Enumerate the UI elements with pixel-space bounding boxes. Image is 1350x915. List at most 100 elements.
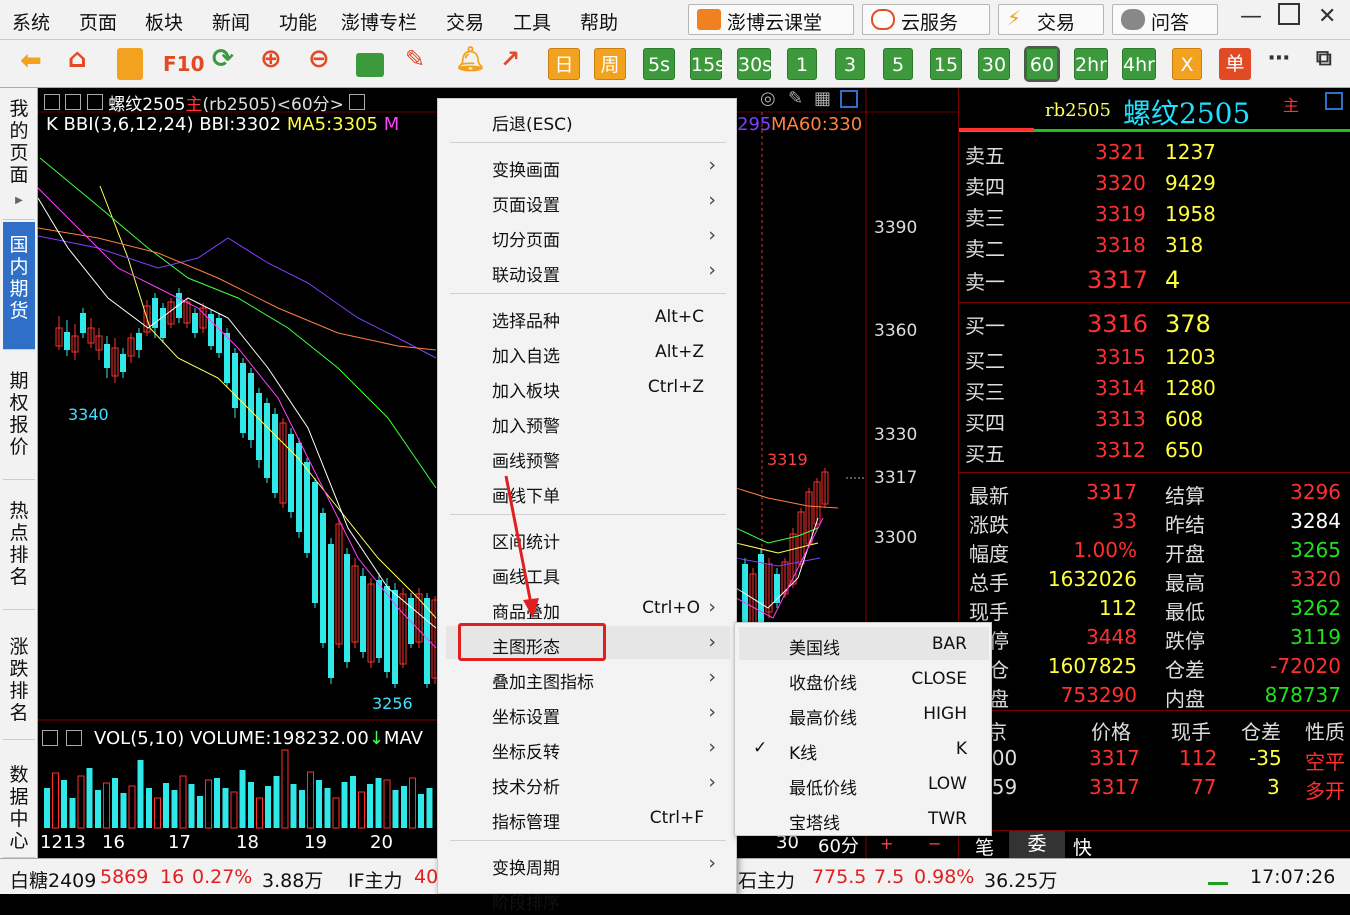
layout-icon[interactable] bbox=[840, 90, 858, 108]
chart-dropdown-icon[interactable] bbox=[86, 94, 103, 110]
period-30s-button[interactable]: 30s bbox=[737, 48, 772, 80]
ask-row[interactable]: 卖一 3317 4 bbox=[965, 266, 1345, 296]
note-icon[interactable] bbox=[117, 48, 143, 80]
period-30-button[interactable]: 30 bbox=[978, 48, 1010, 80]
chart-prev-icon[interactable] bbox=[65, 94, 82, 110]
cloud-class-button[interactable]: 澎博云课堂 bbox=[688, 4, 854, 35]
bell-icon[interactable]: 🔔︎ bbox=[455, 45, 485, 77]
sidebar-tab-my-page[interactable]: 我的页面 ▶ bbox=[3, 94, 35, 220]
maximize-icon[interactable] bbox=[1278, 3, 1300, 25]
menu-item[interactable]: 加入板块 Ctrl+Z bbox=[446, 370, 730, 403]
bid-row[interactable]: 买三 3314 1280 bbox=[965, 376, 1345, 406]
menu-item[interactable]: 变换画面 › bbox=[446, 149, 730, 182]
period-1-button[interactable]: 1 bbox=[787, 48, 817, 80]
menu-item[interactable]: 画线工具 bbox=[446, 556, 730, 589]
submenu-item[interactable]: ✓ K线 K bbox=[739, 732, 989, 765]
trend-icon[interactable]: ↗ bbox=[500, 45, 530, 77]
period-15-button[interactable]: 15 bbox=[930, 48, 962, 80]
menu-item[interactable]: 加入预警 bbox=[446, 405, 730, 438]
week-button[interactable]: 周 bbox=[594, 48, 626, 80]
menu-item[interactable]: 画线下单 bbox=[446, 475, 730, 508]
ask-row[interactable]: 卖二 3318 318 bbox=[965, 233, 1345, 263]
window-icon[interactable] bbox=[356, 53, 384, 77]
menu-sector[interactable]: 板块 bbox=[145, 8, 183, 35]
submenu-item[interactable]: 宝塔线 TWR bbox=[739, 802, 989, 835]
menu-item[interactable]: 后退(ESC) bbox=[446, 103, 730, 136]
submenu-item[interactable]: 美国线 BAR bbox=[739, 627, 989, 660]
menu-item[interactable]: 画线预警 bbox=[446, 440, 730, 473]
period-5s-button[interactable]: 5s bbox=[643, 48, 675, 80]
zoom-out-icon[interactable]: ⊖ bbox=[308, 44, 338, 76]
bid-row[interactable]: 买四 3313 608 bbox=[965, 407, 1345, 437]
menu-item[interactable]: 加入自选 Alt+Z bbox=[446, 335, 730, 368]
sidebar-tab-option-quote[interactable]: 期权报价 bbox=[3, 352, 35, 480]
zoom-in-icon[interactable]: ⊕ bbox=[260, 44, 290, 76]
menu-item[interactable]: 叠加主图指标 › bbox=[446, 661, 730, 694]
ticker-name[interactable]: IF主力 bbox=[348, 866, 403, 893]
grid-icon[interactable]: ▦ bbox=[814, 88, 831, 109]
tab-ticks[interactable]: 笔 bbox=[975, 833, 994, 860]
zoom-plus-icon[interactable]: + bbox=[880, 834, 893, 853]
bid-row[interactable]: 买一 3316 378 bbox=[965, 310, 1345, 340]
tab-fast[interactable]: 快 bbox=[1073, 833, 1092, 860]
ask-row[interactable]: 卖四 3320 9429 bbox=[965, 171, 1345, 201]
menu-item[interactable]: 切分页面 › bbox=[446, 219, 730, 252]
pencil-icon[interactable]: ✎ bbox=[405, 45, 435, 77]
period-5-button[interactable]: 5 bbox=[883, 48, 913, 80]
day-button[interactable]: 日 bbox=[548, 48, 580, 80]
chart-window-icon[interactable] bbox=[44, 94, 60, 110]
x-button[interactable]: X bbox=[1172, 48, 1202, 80]
menu-item[interactable]: 商品叠加 Ctrl+O › bbox=[446, 591, 730, 624]
submenu-item[interactable]: 收盘价线 CLOSE bbox=[739, 662, 989, 695]
menu-item[interactable]: 阶段排序 bbox=[446, 882, 730, 915]
ask-row[interactable]: 卖五 3321 1237 bbox=[965, 140, 1345, 170]
fullscreen-icon[interactable]: ⧉ bbox=[1316, 46, 1346, 78]
sidebar-tab-domestic-futures[interactable]: 国内期货 bbox=[3, 222, 35, 350]
menu-item[interactable]: 联动设置 › bbox=[446, 254, 730, 287]
period-2hr-button[interactable]: 2hr bbox=[1074, 48, 1108, 80]
order-button[interactable]: 单 bbox=[1219, 48, 1251, 80]
menu-item[interactable]: 页面设置 › bbox=[446, 184, 730, 217]
ticker-name[interactable]: 石主力 bbox=[738, 866, 795, 893]
menu-item[interactable]: 坐标反转 › bbox=[446, 731, 730, 764]
submenu-item[interactable]: 最高价线 HIGH bbox=[739, 697, 989, 730]
sidebar-tab-data-center[interactable]: 数据中心 bbox=[3, 742, 35, 858]
menu-item[interactable]: 变换周期 › bbox=[446, 847, 730, 880]
menu-item[interactable]: 技术分析 › bbox=[446, 766, 730, 799]
sidebar-tab-hot-rank[interactable]: 热点排名 bbox=[3, 482, 35, 610]
period-4hr-button[interactable]: 4hr bbox=[1122, 48, 1156, 80]
close-icon[interactable]: ✕ bbox=[1318, 4, 1336, 29]
period-dropdown-icon[interactable] bbox=[349, 94, 366, 110]
menu-item[interactable]: 区间统计 bbox=[446, 521, 730, 554]
bid-row[interactable]: 买五 3312 650 bbox=[965, 438, 1345, 468]
ticker-name[interactable]: 白糖2409 bbox=[10, 866, 96, 893]
menu-item[interactable]: 选择品种 Alt+C bbox=[446, 300, 730, 333]
cloud-service-button[interactable]: 云服务 bbox=[862, 4, 990, 35]
menu-tools[interactable]: 工具 bbox=[513, 8, 551, 35]
period-3-button[interactable]: 3 bbox=[835, 48, 865, 80]
menu-item[interactable]: 指标管理 Ctrl+F bbox=[446, 801, 730, 834]
menu-page[interactable]: 页面 bbox=[79, 8, 117, 35]
quote-settings-icon[interactable] bbox=[1325, 92, 1343, 110]
menu-column[interactable]: 澎博专栏 bbox=[341, 8, 417, 35]
menu-trade[interactable]: 交易 bbox=[446, 8, 484, 35]
vol-dropdown-icon[interactable] bbox=[66, 730, 82, 746]
trade-button[interactable]: ⚡ 交易 bbox=[998, 4, 1104, 35]
home-icon[interactable]: ⌂ bbox=[68, 44, 98, 76]
sidebar-tab-change-rank[interactable]: 涨跌排名 bbox=[3, 612, 35, 740]
zoom-minus-icon[interactable]: − bbox=[928, 834, 941, 853]
minimize-icon[interactable]: — bbox=[1240, 4, 1262, 29]
period-60-button[interactable]: 60 bbox=[1024, 46, 1060, 82]
ask-row[interactable]: 卖三 3319 1958 bbox=[965, 202, 1345, 232]
chart-symbol-name[interactable]: 螺纹2505 bbox=[108, 95, 185, 115]
menu-function[interactable]: 功能 bbox=[279, 8, 317, 35]
menu-news[interactable]: 新闻 bbox=[212, 8, 250, 35]
more-icon[interactable]: ⋯ bbox=[1268, 46, 1298, 78]
period-15s-button[interactable]: 15s bbox=[690, 48, 725, 80]
qa-button[interactable]: 问答 bbox=[1112, 4, 1218, 35]
menu-help[interactable]: 帮助 bbox=[580, 8, 618, 35]
vol-window-icon[interactable] bbox=[42, 730, 58, 746]
tab-orders[interactable]: 委 bbox=[1009, 831, 1065, 858]
f10-button[interactable]: F10 bbox=[163, 52, 205, 84]
draw-icon[interactable]: ✎ bbox=[788, 88, 803, 109]
